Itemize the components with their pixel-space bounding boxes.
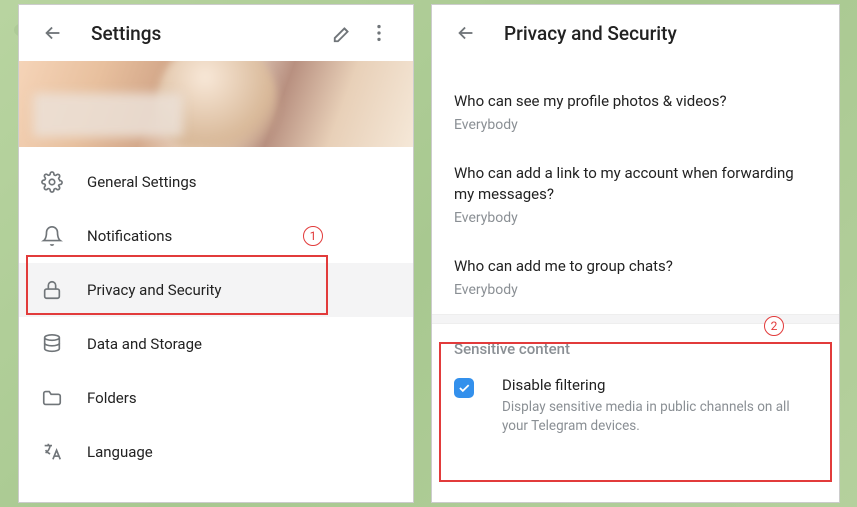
section-divider: [432, 314, 839, 324]
settings-item-label: General Settings: [87, 173, 197, 191]
arrow-left-icon: [42, 22, 64, 44]
settings-item-general[interactable]: General Settings: [19, 155, 413, 209]
checkbox-checked[interactable]: [454, 378, 474, 398]
settings-panel: Settings General Settings Notifications …: [18, 4, 414, 503]
settings-item-privacy[interactable]: Privacy and Security: [19, 263, 413, 317]
bell-icon: [41, 225, 63, 247]
profile-name-blurred: [33, 93, 183, 137]
back-button[interactable]: [448, 15, 484, 51]
language-icon: [41, 441, 63, 463]
checkbox-title: Disable filtering: [502, 376, 817, 394]
disable-filtering-row[interactable]: Disable filtering Display sensitive medi…: [432, 372, 839, 454]
settings-item-label: Folders: [87, 389, 137, 407]
settings-item-label: Data and Storage: [87, 335, 202, 353]
privacy-header: Privacy and Security: [432, 5, 839, 61]
privacy-item-group-chats[interactable]: Who can add me to group chats? Everybody: [432, 242, 839, 314]
settings-item-notifications[interactable]: Notifications: [19, 209, 413, 263]
pencil-icon: [332, 22, 354, 44]
settings-item-label: Privacy and Security: [87, 281, 222, 299]
more-vertical-icon: [368, 22, 390, 44]
settings-item-folders[interactable]: Folders: [19, 371, 413, 425]
privacy-item-profile-photos[interactable]: Who can see my profile photos & videos? …: [432, 77, 839, 149]
settings-item-language[interactable]: Language: [19, 425, 413, 479]
back-button[interactable]: [35, 15, 71, 51]
arrow-left-icon: [455, 22, 477, 44]
settings-title: Settings: [91, 22, 161, 45]
settings-header: Settings: [19, 5, 413, 61]
settings-item-data-storage[interactable]: Data and Storage: [19, 317, 413, 371]
privacy-question: Who can add me to group chats?: [454, 256, 817, 276]
settings-item-label: Notifications: [87, 227, 172, 245]
profile-banner[interactable]: [19, 61, 413, 147]
privacy-title: Privacy and Security: [504, 22, 677, 45]
edit-button[interactable]: [325, 15, 361, 51]
folder-icon: [41, 387, 63, 409]
privacy-value: Everybody: [454, 282, 817, 298]
lock-icon: [41, 279, 63, 301]
check-icon: [457, 381, 471, 395]
privacy-value: Everybody: [454, 210, 817, 226]
more-button[interactable]: [361, 15, 397, 51]
gear-icon: [41, 171, 63, 193]
privacy-value: Everybody: [454, 117, 817, 133]
privacy-item-forward-link[interactable]: Who can add a link to my account when fo…: [432, 149, 839, 242]
settings-list: General Settings Notifications Privacy a…: [19, 147, 413, 479]
database-icon: [41, 333, 63, 355]
privacy-panel: Privacy and Security Who can see my prof…: [431, 4, 840, 503]
settings-item-label: Language: [87, 443, 153, 461]
privacy-question: Who can add a link to my account when fo…: [454, 163, 817, 204]
checkbox-description: Display sensitive media in public channe…: [502, 398, 817, 436]
privacy-question: Who can see my profile photos & videos?: [454, 91, 817, 111]
section-header-sensitive: Sensitive content: [432, 324, 839, 372]
